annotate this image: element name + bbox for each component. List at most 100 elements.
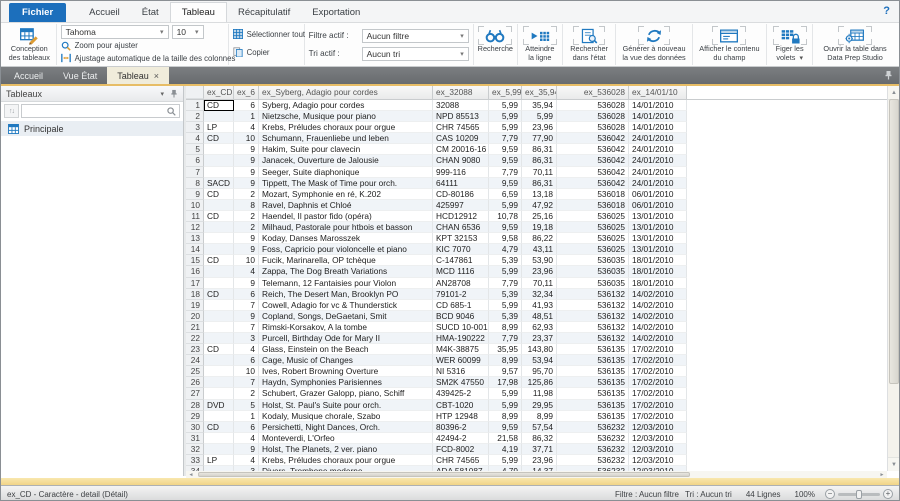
table-cell[interactable]: 4 [234,122,259,133]
close-icon[interactable]: × [154,71,159,81]
table-cell[interactable]: CD [204,422,234,433]
row-number[interactable]: 8 [186,178,204,189]
table-cell[interactable]: 7,79 [489,167,522,178]
table-cell[interactable]: 536018 [557,200,629,211]
table-cell[interactable]: 536035 [557,266,629,277]
row-number[interactable]: 14 [186,244,204,255]
row-number[interactable]: 28 [186,400,204,411]
table-cell[interactable]: 536042 [557,178,629,189]
table-cell[interactable]: 9 [234,311,259,322]
table-cell[interactable]: CHR 74565 [433,122,489,133]
active-filter-select[interactable]: Aucun filtre ▾ [362,29,469,43]
tab-fichier[interactable]: Fichier [9,3,66,22]
table-cell[interactable]: Zappa, The Dog Breath Variations [259,266,433,277]
table-cell[interactable]: Tippett, The Mask of Time pour orch. [259,178,433,189]
table-cell[interactable]: 5,99 [489,455,522,466]
table-cell[interactable]: Holst, The Planets, 2 ver. piano [259,444,433,455]
table-cell[interactable]: CD [204,189,234,200]
table-cell[interactable]: 7 [234,377,259,388]
table-cell[interactable]: CAS 10209 [433,133,489,144]
row-number[interactable]: 1 [186,100,204,111]
table-cell[interactable]: 17/02/2010 [629,400,687,411]
doc-tab-accueil[interactable]: Accueil [4,67,53,84]
table-cell[interactable]: 8,99 [489,322,522,333]
table-cell[interactable]: C-147861 [433,255,489,266]
row-number[interactable]: 5 [186,144,204,155]
table-cell[interactable] [204,200,234,211]
table-cell[interactable]: 536232 [557,433,629,444]
table-cell[interactable]: BCD 9046 [433,311,489,322]
table-cell[interactable]: 9 [234,278,259,289]
table-cell[interactable]: 5,99 [489,300,522,311]
table-cell[interactable]: Haendel, Il pastor fido (opéra) [259,211,433,222]
table-cell[interactable]: 5,99 [522,111,557,122]
table-cell[interactable]: 18/01/2010 [629,266,687,277]
row-number[interactable]: 31 [186,433,204,444]
table-cell[interactable]: 536232 [557,444,629,455]
table-cell[interactable]: 17/02/2010 [629,344,687,355]
table-cell[interactable]: CD [204,100,234,111]
table-cell[interactable] [204,355,234,366]
table-cell[interactable]: Kodaly, Musique chorale, Szabo [259,411,433,422]
table-cell[interactable]: 9 [234,244,259,255]
table-cell[interactable]: 12/03/2010 [629,422,687,433]
row-number[interactable]: 23 [186,344,204,355]
table-cell[interactable]: Janacek, Ouverture de Jalousie [259,155,433,166]
table-cell[interactable]: 9 [234,178,259,189]
table-cell[interactable]: 536018 [557,189,629,200]
table-cell[interactable]: 536135 [557,400,629,411]
table-cell[interactable]: 536042 [557,167,629,178]
table-cell[interactable]: 5 [234,400,259,411]
table-cell[interactable]: 86,31 [522,178,557,189]
font-size-select[interactable]: 10 ▾ [172,25,204,39]
table-cell[interactable]: 14/01/2010 [629,111,687,122]
table-cell[interactable]: Nietzsche, Musique pour piano [259,111,433,122]
table-cell[interactable]: 18/01/2010 [629,255,687,266]
column-header[interactable]: ex_32088 [433,86,489,99]
table-cell[interactable] [204,278,234,289]
table-cell[interactable] [204,444,234,455]
regenerate-view-button[interactable]: Générer à nouveau la vue des données [620,25,687,64]
table-cell[interactable]: 23,96 [522,122,557,133]
table-cell[interactable]: Holst, St. Paul's Suite pour orch. [259,400,433,411]
table-cell[interactable]: 536135 [557,344,629,355]
table-cell[interactable]: CD [204,211,234,222]
table-cell[interactable]: 11,98 [522,388,557,399]
table-cell[interactable]: CD [204,344,234,355]
table-cell[interactable]: 41,93 [522,300,557,311]
tab-etat[interactable]: État [131,3,170,22]
table-cell[interactable]: 23,96 [522,266,557,277]
table-cell[interactable]: Koday, Danses Marosszek [259,233,433,244]
table-cell[interactable]: 35,94 [522,100,557,111]
zoom-to-fit-button[interactable]: Zoom pour ajuster [61,40,224,52]
table-cell[interactable]: MCD 1116 [433,266,489,277]
table-cell[interactable]: LP [204,455,234,466]
table-cell[interactable]: 6 [234,289,259,300]
table-cell[interactable]: 4 [234,433,259,444]
table-cell[interactable]: HTP 12948 [433,411,489,422]
table-cell[interactable]: 536035 [557,255,629,266]
table-cell[interactable]: 24/01/2010 [629,178,687,189]
table-cell[interactable]: M4K-38875 [433,344,489,355]
table-cell[interactable]: 10 [234,366,259,377]
column-header[interactable]: ex_CD [204,86,234,99]
table-cell[interactable]: 35,95 [489,344,522,355]
design-tables-button[interactable]: Conception des tableaux [7,25,52,64]
table-cell[interactable]: 86,31 [522,144,557,155]
table-cell[interactable]: 8,99 [489,355,522,366]
table-cell[interactable]: 23,96 [522,455,557,466]
table-cell[interactable]: 425997 [433,200,489,211]
table-cell[interactable]: 9,59 [489,178,522,189]
help-icon[interactable]: ? [883,5,890,17]
table-cell[interactable]: 9,57 [489,366,522,377]
table-cell[interactable]: CM 20016-16 [433,144,489,155]
table-cell[interactable]: 536028 [557,100,629,111]
row-number[interactable]: 20 [186,311,204,322]
table-cell[interactable]: CD [204,133,234,144]
table-cell[interactable]: 536042 [557,144,629,155]
table-cell[interactable]: 2 [234,388,259,399]
tree-item-principale[interactable]: Principale [1,121,183,136]
table-cell[interactable]: 536135 [557,355,629,366]
tab-accueil[interactable]: Accueil [78,3,131,22]
row-number[interactable]: 21 [186,322,204,333]
